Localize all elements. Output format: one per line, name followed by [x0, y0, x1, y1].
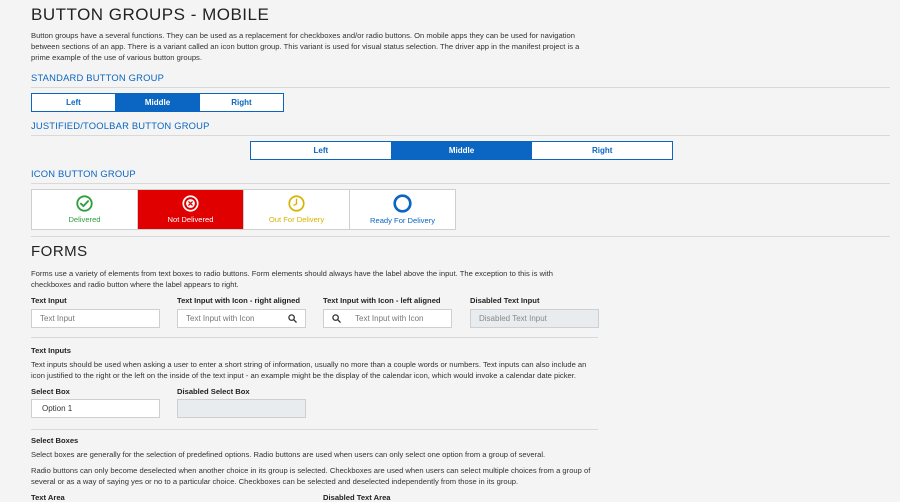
justified-middle-button[interactable]: Middle: [391, 142, 533, 159]
select-boxes-description-1: Select boxes are generally for the selec…: [31, 450, 546, 459]
x-circle-icon: [182, 195, 199, 212]
intro-text: Button groups have a several functions. …: [31, 31, 580, 62]
check-circle-icon: [76, 195, 93, 212]
select-boxes-heading: Select Boxes: [31, 436, 79, 445]
standard-button-group: Left Middle Right: [31, 93, 284, 112]
icon-button-group: Delivered Not Delivered Out For Delivery…: [31, 189, 456, 230]
not-delivered-button[interactable]: Not Delivered: [138, 190, 244, 229]
standard-right-button[interactable]: Right: [200, 94, 283, 111]
text-input-icon-right-placeholder: Text Input with Icon: [186, 314, 255, 323]
text-input[interactable]: Text Input: [31, 309, 160, 328]
justified-group-title: JUSTIFIED/TOOLBAR BUTTON GROUP: [31, 120, 210, 131]
delivered-label: Delivered: [68, 215, 101, 224]
out-for-delivery-label: Out For Delivery: [268, 215, 325, 224]
disabled-select-box: [177, 399, 306, 418]
ready-for-delivery-label: Ready For Delivery: [370, 216, 435, 225]
standard-group-title: STANDARD BUTTON GROUP: [31, 72, 165, 83]
justified-right-button[interactable]: Right: [532, 142, 672, 159]
clock-icon: [288, 195, 305, 212]
disabled-text-input: Disabled Text Input: [470, 309, 599, 328]
ring-icon: [393, 194, 412, 213]
icon-group-title: ICON BUTTON GROUP: [31, 168, 136, 179]
page-title: BUTTON GROUPS - MOBILE: [31, 5, 270, 24]
delivered-button[interactable]: Delivered: [32, 190, 138, 229]
disabled-text-input-label: Disabled Text Input: [470, 296, 540, 305]
out-for-delivery-button[interactable]: Out For Delivery: [244, 190, 350, 229]
ready-for-delivery-button[interactable]: Ready For Delivery: [350, 190, 455, 229]
divider: [31, 236, 890, 237]
text-input-icon-left-label: Text Input with Icon - left aligned: [323, 296, 441, 305]
text-input-icon-right-label: Text Input with Icon - right aligned: [177, 296, 301, 305]
text-input-icon-left[interactable]: Text Input with Icon: [323, 309, 452, 328]
text-area-label: Text Area: [31, 493, 65, 502]
divider: [31, 135, 890, 136]
search-icon: [332, 314, 341, 323]
select-box-label: Select Box: [31, 387, 70, 396]
text-inputs-description: Text inputs should be used when asking a…: [31, 360, 587, 380]
divider: [31, 429, 598, 430]
text-input-label: Text Input: [31, 296, 67, 305]
text-input-icon-left-placeholder: Text Input with Icon: [355, 314, 424, 323]
divider: [31, 87, 890, 88]
select-box[interactable]: Option 1: [31, 399, 160, 418]
forms-intro: Forms use a variety of elements from tex…: [31, 269, 553, 289]
disabled-select-box-label: Disabled Select Box: [177, 387, 250, 396]
not-delivered-label: Not Delivered: [167, 215, 214, 224]
text-input-icon-right[interactable]: Text Input with Icon: [177, 309, 306, 328]
divider: [31, 183, 890, 184]
disabled-text-area-label: Disabled Text Area: [323, 493, 391, 502]
standard-middle-button[interactable]: Middle: [116, 94, 200, 111]
search-icon: [288, 314, 297, 323]
divider: [31, 337, 598, 338]
justified-left-button[interactable]: Left: [251, 142, 392, 159]
select-boxes-description-2: Radio buttons can only become deselected…: [31, 466, 591, 486]
justified-button-group: Left Middle Right: [250, 141, 673, 160]
standard-left-button[interactable]: Left: [32, 94, 116, 111]
forms-title: FORMS: [31, 243, 88, 260]
disabled-text-input-placeholder: Disabled Text Input: [479, 314, 547, 323]
select-box-value: Option 1: [42, 404, 73, 413]
text-inputs-heading: Text Inputs: [31, 346, 71, 355]
text-input-placeholder: Text Input: [40, 314, 75, 323]
